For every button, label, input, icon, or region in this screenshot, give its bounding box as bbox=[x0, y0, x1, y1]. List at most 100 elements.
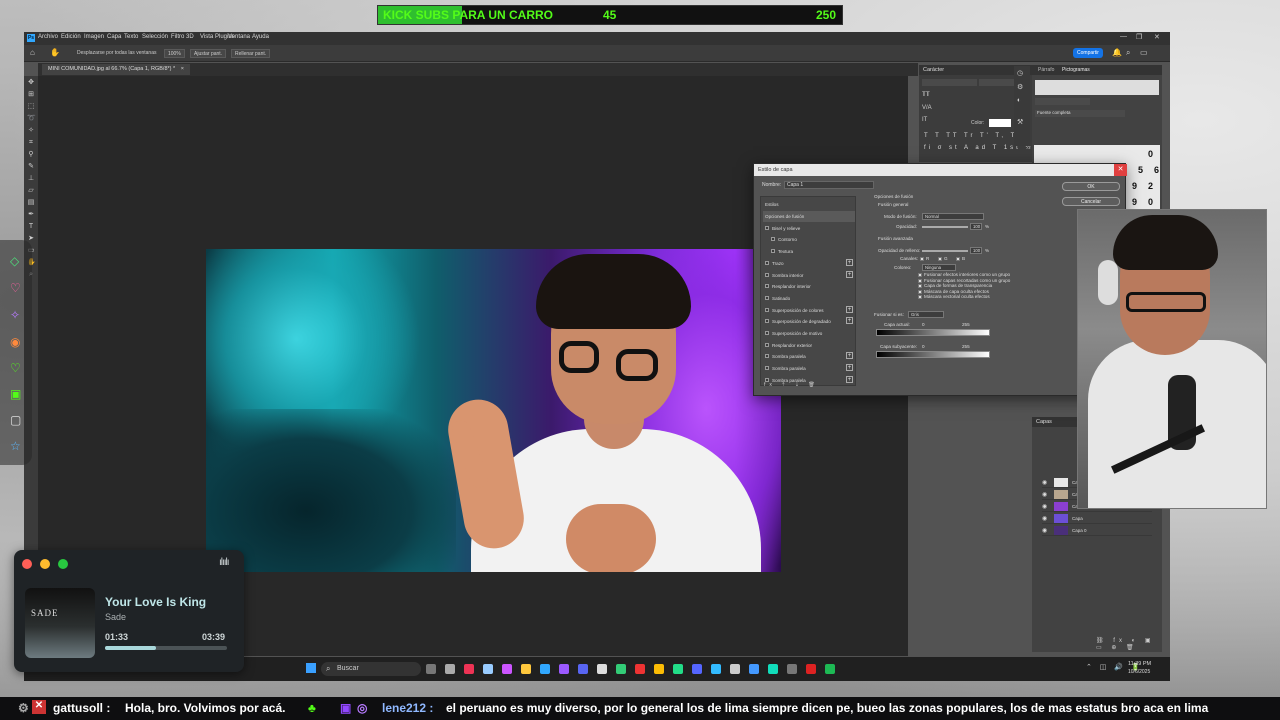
menu-item[interactable]: Filtro bbox=[171, 34, 184, 40]
eyedropper-icon[interactable]: ⚲ bbox=[27, 151, 35, 159]
properties-icon[interactable]: ⚙ bbox=[1017, 83, 1023, 91]
text-style-buttons[interactable]: T T TT Tr T' T, T T bbox=[924, 133, 1028, 139]
fill-screen-button[interactable]: Rellenar pant. bbox=[231, 49, 271, 58]
app-icon[interactable] bbox=[711, 664, 721, 674]
add-style-icon[interactable]: + bbox=[846, 270, 853, 278]
blend-option-checkbox[interactable] bbox=[918, 295, 922, 300]
app-icon[interactable] bbox=[768, 664, 778, 674]
style-item[interactable]: Bisel y relieve bbox=[763, 223, 855, 234]
brush-tool-icon[interactable]: ✎ bbox=[27, 163, 35, 171]
app-icon[interactable] bbox=[787, 664, 797, 674]
layer-name-input[interactable]: Capa 1 bbox=[784, 181, 874, 189]
add-style-icon[interactable]: + bbox=[846, 375, 853, 383]
style-item[interactable]: Opciones de fusión bbox=[763, 211, 855, 222]
blend-mode-select[interactable]: Normal bbox=[922, 213, 984, 220]
style-checkbox[interactable] bbox=[765, 284, 769, 289]
menu-item[interactable]: Edición bbox=[61, 34, 81, 40]
style-checkbox[interactable] bbox=[765, 319, 769, 324]
pen-tool-icon[interactable]: ✒ bbox=[27, 211, 35, 219]
font-family-select[interactable] bbox=[922, 79, 977, 86]
add-style-icon[interactable]: + bbox=[846, 317, 853, 325]
knockout-select[interactable]: Ninguna bbox=[922, 264, 956, 271]
opacity-slider[interactable] bbox=[922, 226, 968, 228]
style-item[interactable]: Resplandor interior bbox=[763, 281, 855, 292]
scroll-all-option[interactable]: Desplazarse por todas las ventanas bbox=[74, 49, 160, 58]
style-checkbox[interactable] bbox=[765, 366, 769, 371]
widgets-icon[interactable] bbox=[445, 664, 455, 674]
style-checkbox[interactable] bbox=[765, 225, 769, 230]
style-checkbox[interactable] bbox=[765, 342, 769, 347]
move-tool-icon[interactable]: ✥ bbox=[27, 79, 35, 87]
menu-item[interactable]: Vista bbox=[200, 34, 213, 40]
discord-icon[interactable] bbox=[578, 664, 588, 674]
file-explorer-icon[interactable] bbox=[521, 664, 531, 674]
style-item[interactable]: Resplandor exterior bbox=[763, 340, 855, 351]
glyph-cell[interactable]: 9 bbox=[1132, 181, 1137, 191]
app-icon[interactable] bbox=[597, 664, 607, 674]
style-checkbox[interactable] bbox=[771, 237, 775, 242]
glyph-cell[interactable]: 9 bbox=[1132, 197, 1137, 207]
style-item[interactable]: Satinado bbox=[763, 293, 855, 304]
blend-option-checkbox[interactable] bbox=[918, 289, 922, 294]
cancel-button[interactable]: Cancelar bbox=[1062, 197, 1120, 206]
close-dot-icon[interactable] bbox=[22, 559, 32, 569]
artboard-tool-icon[interactable]: ⊞ bbox=[27, 91, 35, 99]
menu-item[interactable]: Capa bbox=[107, 34, 121, 40]
style-item[interactable]: Contorno bbox=[763, 234, 855, 245]
app-icon[interactable] bbox=[749, 664, 759, 674]
stamp-tool-icon[interactable]: ⊥ bbox=[27, 175, 35, 183]
taskbar-search[interactable]: ⌕ Buscar bbox=[321, 662, 421, 676]
layer-row[interactable]: ◉ Capa bbox=[1042, 513, 1152, 524]
hand-tool-icon[interactable]: ✋ bbox=[50, 48, 60, 57]
visibility-eye-icon[interactable]: ◉ bbox=[1042, 491, 1047, 498]
style-checkbox[interactable] bbox=[765, 295, 769, 300]
style-item[interactable]: Sombra paralela + bbox=[763, 363, 855, 374]
style-checkbox[interactable] bbox=[765, 354, 769, 359]
style-item[interactable]: Textura bbox=[763, 246, 855, 257]
tab-paragraph[interactable]: Párrafo bbox=[1038, 67, 1054, 73]
photoshop-taskbar-icon[interactable] bbox=[540, 664, 550, 674]
track-progress-bar[interactable] bbox=[105, 646, 227, 650]
font-style-select[interactable] bbox=[979, 79, 1019, 86]
tools-icon[interactable]: ⚒ bbox=[1017, 118, 1023, 126]
fit-screen-button[interactable]: Ajustar pant. bbox=[190, 49, 227, 58]
clock-date[interactable]: 10/6/2025 bbox=[1128, 669, 1150, 675]
search-icon[interactable]: ⌕ bbox=[1126, 48, 1130, 58]
premiere-icon[interactable] bbox=[559, 664, 569, 674]
add-style-icon[interactable]: + bbox=[846, 352, 853, 360]
app-icon[interactable] bbox=[806, 664, 816, 674]
style-checkbox[interactable] bbox=[771, 249, 775, 254]
channel-checkbox[interactable] bbox=[938, 257, 942, 261]
maximize-icon[interactable]: ❐ bbox=[1136, 33, 1142, 41]
marquee-tool-icon[interactable]: ⬚ bbox=[27, 103, 35, 111]
menu-item[interactable]: Imagen bbox=[84, 34, 104, 40]
bell-icon[interactable]: 🔔 bbox=[1112, 48, 1122, 57]
add-style-icon[interactable]: + bbox=[846, 258, 853, 266]
menu-item[interactable]: Archivo bbox=[38, 34, 58, 40]
menu-item[interactable]: Texto bbox=[124, 34, 138, 40]
menu-item[interactable]: Ayuda bbox=[252, 34, 269, 40]
add-style-icon[interactable]: + bbox=[846, 305, 853, 313]
glyph-cell[interactable]: 2 bbox=[1148, 181, 1153, 191]
magic-wand-icon[interactable]: ✧ bbox=[27, 127, 35, 135]
type-tool-icon[interactable]: T bbox=[27, 223, 35, 231]
style-item[interactable]: Sombra interior + bbox=[763, 270, 855, 281]
style-item[interactable]: Superposición de motivo bbox=[763, 328, 855, 339]
app-icon[interactable] bbox=[673, 664, 683, 674]
under-layer-gradient[interactable] bbox=[876, 351, 990, 358]
visibility-eye-icon[interactable]: ◉ bbox=[1042, 515, 1047, 522]
blend-option-checkbox[interactable] bbox=[918, 278, 922, 283]
maximize-dot-icon[interactable] bbox=[58, 559, 68, 569]
tab-glyphs[interactable]: Pictogramas bbox=[1062, 67, 1090, 73]
layer-row[interactable]: ◉ Capa 0 bbox=[1042, 525, 1152, 536]
glyph-cell[interactable]: 0 bbox=[1148, 197, 1153, 207]
crop-tool-icon[interactable]: ⌗ bbox=[27, 139, 35, 147]
layer-actions[interactable]: ⛓ fx ◐ ▣ ▭ ⊕ 🗑 bbox=[1096, 637, 1162, 651]
home-icon[interactable]: ⌂ bbox=[30, 48, 35, 57]
visibility-eye-icon[interactable]: ◉ bbox=[1042, 527, 1047, 534]
blend-if-select[interactable]: Gris bbox=[908, 311, 944, 318]
spotify-icon[interactable] bbox=[825, 664, 835, 674]
menu-item[interactable]: 3D bbox=[186, 34, 194, 40]
windows-start-icon[interactable] bbox=[306, 663, 316, 673]
adjust-icon[interactable]: ◐ bbox=[1017, 97, 1021, 104]
